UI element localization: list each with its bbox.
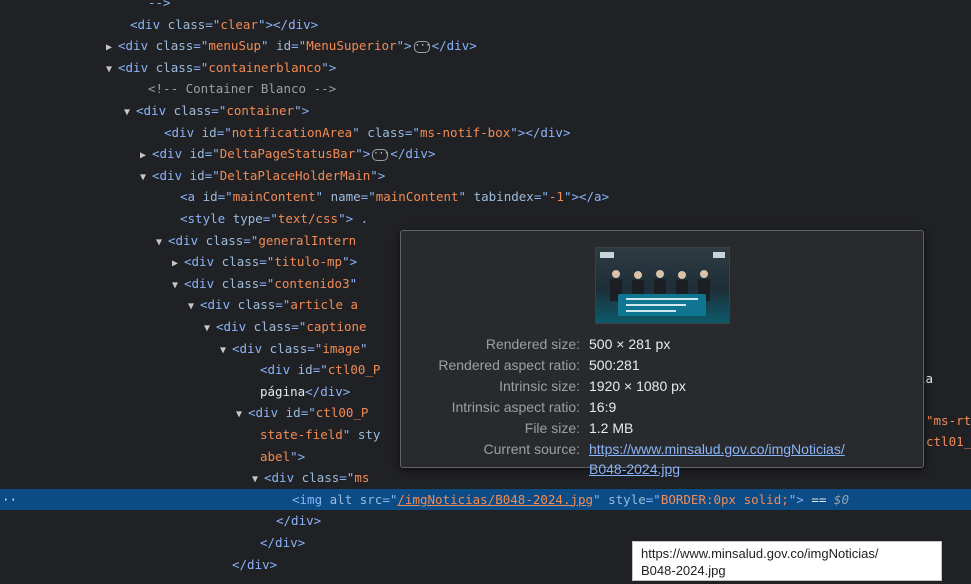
collapse-arrow-icon[interactable]: ▼: [124, 102, 136, 123]
current-source-row: Current source: https://www.minsalud.gov…: [483, 439, 845, 479]
gutter-dots: ··: [2, 491, 18, 507]
collapse-arrow-icon[interactable]: ▼: [236, 404, 248, 425]
expand-arrow-icon[interactable]: ▶: [140, 145, 152, 166]
dom-node-line[interactable]: <a id="mainContent" name="mainContent" t…: [0, 186, 971, 207]
url-hover-tooltip: https://www.minsalud.gov.co/imgNoticias/…: [632, 541, 942, 581]
elements-panel[interactable]: --> <div class="clear"></div> ▶ <div class=…: [0, 0, 971, 584]
collapse-arrow-icon[interactable]: ▼: [204, 318, 216, 339]
current-source-link[interactable]: https://www.minsalud.gov.co/imgNoticias/…: [589, 439, 845, 479]
intrinsic-aspect-ratio-row: Intrinsic aspect ratio: 16:9: [451, 399, 617, 415]
logo-right-icon: [713, 252, 725, 258]
collapse-arrow-icon[interactable]: ▼: [220, 340, 232, 361]
selected-dom-node[interactable]: <img alt src="/imgNoticias/B048-2024.jpg…: [0, 488, 971, 510]
dom-node-line[interactable]: <style type="text/css"> .: [0, 208, 971, 229]
collapse-arrow-icon[interactable]: ▼: [156, 232, 168, 253]
rendered-aspect-ratio-row: Rendered aspect ratio: 500:281: [438, 357, 640, 373]
dom-node-line[interactable]: <div id="notificationArea" class="ms-not…: [0, 122, 971, 143]
intrinsic-size-row: Intrinsic size: 1920 × 1080 px: [499, 378, 686, 394]
rendered-size-row: Rendered size: 500 × 281 px: [485, 336, 671, 352]
expand-arrow-icon[interactable]: ▶: [172, 253, 184, 274]
dom-node-line[interactable]: ▼ <div class="containerblanco">: [0, 57, 971, 78]
file-size-row: File size: 1.2 MB: [524, 420, 634, 436]
image-banner: [618, 294, 706, 316]
dom-node-line[interactable]: ▼ <div class="container">: [0, 100, 971, 121]
truncated-attr-fragment-2: ctl01_: [926, 434, 971, 449]
dom-node-line[interactable]: <!-- Container Blanco -->: [0, 78, 971, 99]
expand-arrow-icon[interactable]: ▶: [106, 37, 118, 58]
collapse-arrow-icon[interactable]: ▼: [106, 59, 118, 80]
collapse-arrow-icon[interactable]: ▼: [188, 296, 200, 317]
collapse-arrow-icon[interactable]: ▼: [252, 469, 264, 490]
dom-node-line[interactable]: <div class="clear"></div>: [0, 14, 971, 35]
dom-node-line[interactable]: </div>: [0, 510, 971, 531]
image-preview-tooltip: Rendered size: 500 × 281 px Rendered asp…: [400, 230, 924, 477]
collapse-arrow-icon[interactable]: ▼: [140, 167, 152, 188]
dom-node-line[interactable]: ▼ <div id="DeltaPlaceHolderMain">: [0, 165, 971, 186]
dom-node-line[interactable]: ▶ <div class="menuSup" id="MenuSuperior">…: [0, 35, 971, 56]
dom-node-line[interactable]: -->: [0, 0, 971, 13]
dom-node-line[interactable]: ▶ <div id="DeltaPageStatusBar"> ···</div>: [0, 143, 971, 164]
logo-left-icon: [600, 252, 614, 258]
image-thumbnail: [595, 247, 730, 324]
collapse-arrow-icon[interactable]: ▼: [172, 275, 184, 296]
truncated-attr-fragment: "ms-rt: [926, 413, 971, 428]
